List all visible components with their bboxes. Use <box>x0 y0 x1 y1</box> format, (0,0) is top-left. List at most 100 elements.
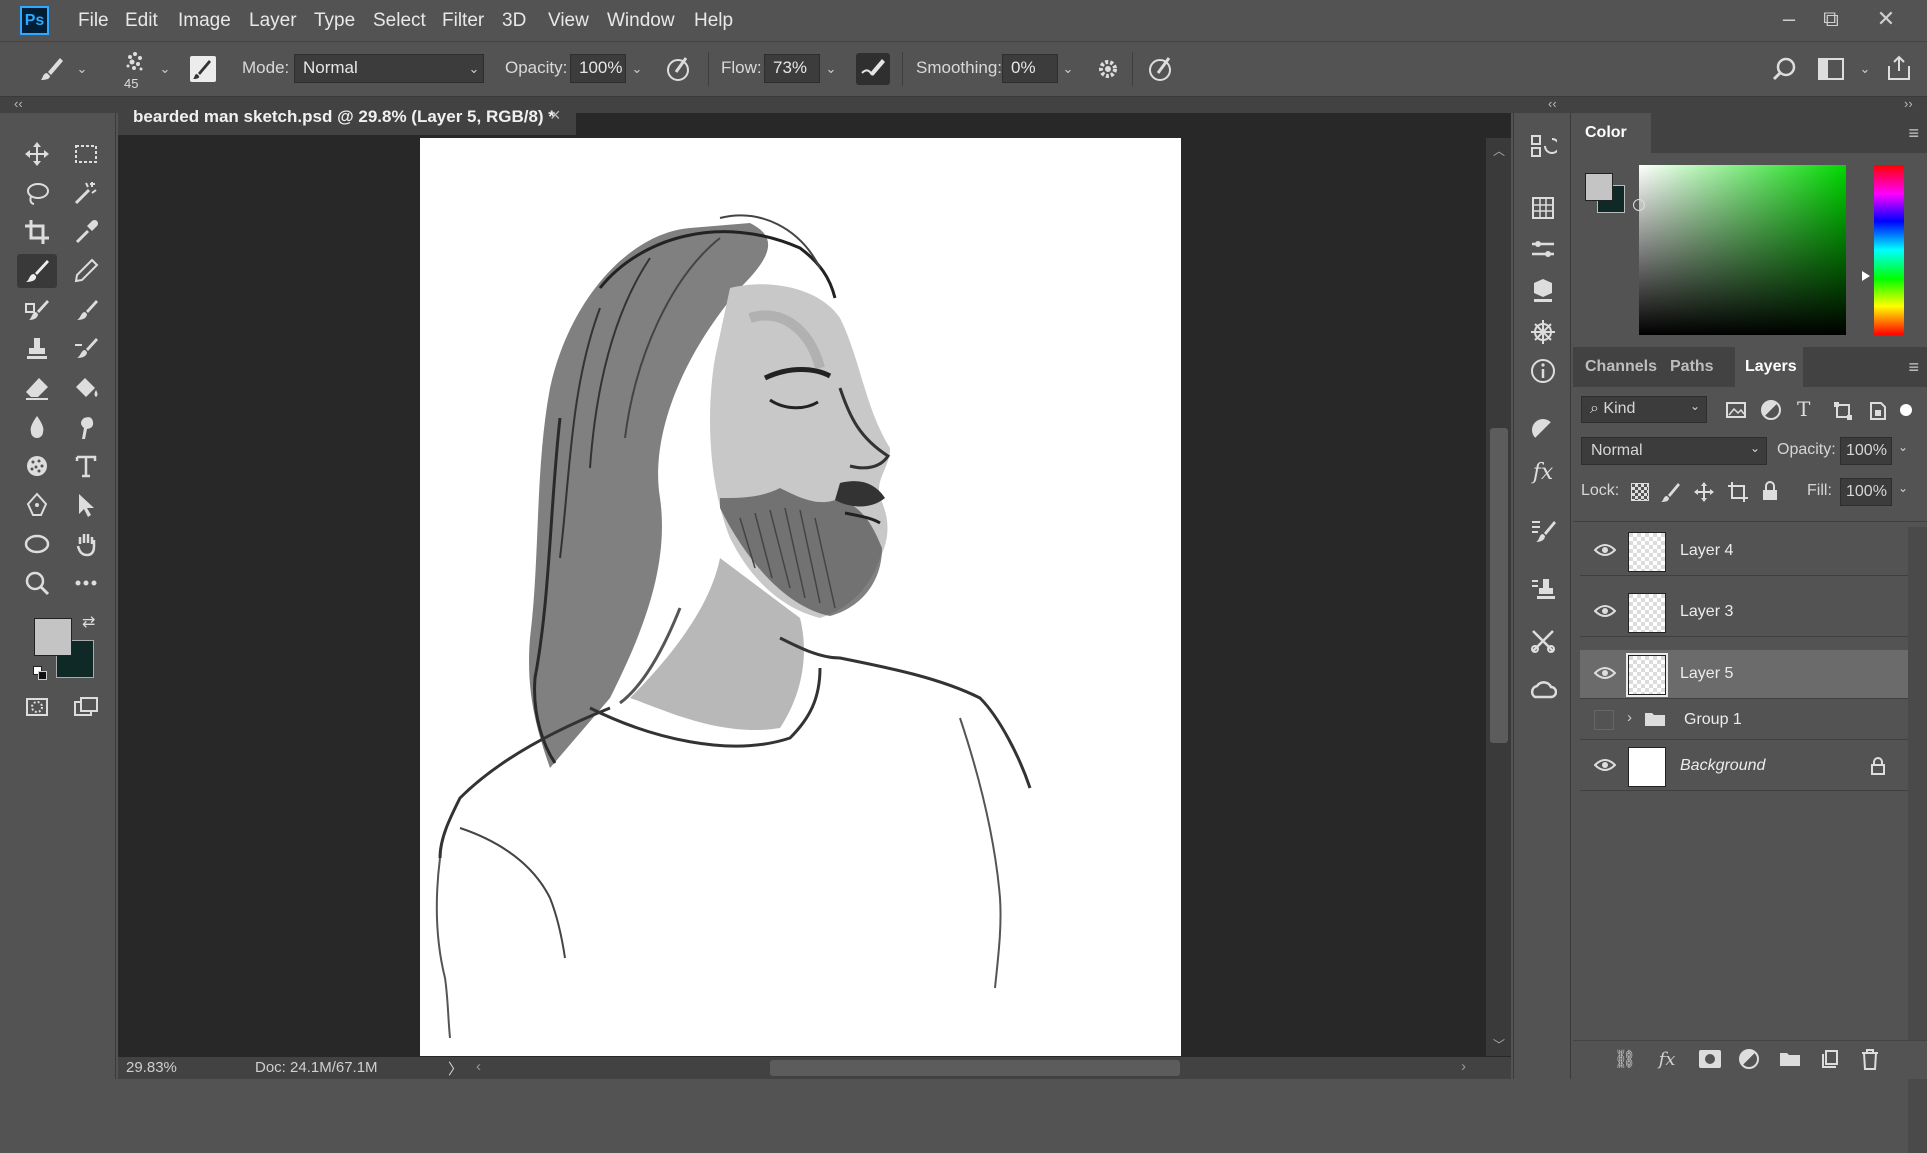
workspace-dropdown[interactable]: ⌄ <box>1855 54 1875 83</box>
menu-3d[interactable]: 3D <box>502 10 526 32</box>
menu-layer[interactable]: Layer <box>249 10 297 32</box>
history-brush-tool-icon[interactable] <box>66 293 106 327</box>
creative-cloud-icon[interactable] <box>1528 676 1558 706</box>
tab-paths[interactable]: Paths <box>1670 358 1714 376</box>
lasso-tool-icon[interactable] <box>17 176 57 210</box>
brush-preset-icon[interactable] <box>32 52 72 86</box>
tab-channels[interactable]: Channels <box>1585 358 1657 376</box>
filter-toggle-icon[interactable] <box>1900 404 1912 416</box>
ellipse-tool-icon[interactable] <box>17 527 57 561</box>
pressure-opacity-icon[interactable] <box>664 54 694 84</box>
search-icon[interactable] <box>1772 56 1798 82</box>
opacity-input[interactable]: 100% <box>570 54 626 83</box>
flow-dropdown[interactable]: ⌄ <box>821 54 841 83</box>
collapse-left-icon[interactable]: ‹‹ <box>14 96 23 111</box>
share-icon[interactable] <box>1886 54 1912 82</box>
color-picker-field[interactable] <box>1639 165 1846 335</box>
crop-tool-icon[interactable] <box>17 215 57 249</box>
clone-brush-tool-icon[interactable] <box>17 293 57 327</box>
canvas[interactable] <box>420 138 1181 1056</box>
hue-slider-pointer[interactable] <box>1862 271 1870 281</box>
smudge-tool-icon[interactable] <box>66 410 106 444</box>
pencil-tool-icon[interactable] <box>66 254 106 288</box>
link-layers-icon[interactable]: ⛓ <box>1613 1049 1637 1073</box>
scroll-up-icon[interactable]: ︿ <box>1493 142 1505 159</box>
airbrush-icon[interactable] <box>856 53 890 85</box>
visibility-eye-icon[interactable] <box>1593 603 1617 619</box>
menu-image[interactable]: Image <box>178 10 231 32</box>
brush-settings-panel-icon[interactable] <box>1528 516 1558 546</box>
paint-bucket-tool-icon[interactable] <box>66 371 106 405</box>
history-panel-icon[interactable] <box>1528 131 1558 161</box>
chevron-right-icon[interactable]: › <box>1627 709 1632 726</box>
menu-edit[interactable]: Edit <box>125 10 158 32</box>
menu-window[interactable]: Window <box>607 10 675 32</box>
visibility-eye-icon[interactable] <box>1593 542 1617 558</box>
scroll-right-icon[interactable]: › <box>1461 1058 1466 1075</box>
layer-row-background[interactable]: Background <box>1580 742 1908 791</box>
scroll-down-icon[interactable]: ﹀ <box>1493 1036 1505 1053</box>
close-document-icon[interactable]: × <box>550 105 561 126</box>
info-panel-icon[interactable] <box>1528 356 1558 386</box>
filter-type-layers-icon[interactable]: T <box>1797 397 1810 421</box>
layer-name[interactable]: Background <box>1680 757 1765 775</box>
layer-row-group-1[interactable]: › Group 1 <box>1580 700 1908 740</box>
hand-tool-icon[interactable] <box>66 527 106 561</box>
menu-help[interactable]: Help <box>694 10 733 32</box>
filter-smart-objects-icon[interactable] <box>1869 401 1887 421</box>
brush-settings-icon[interactable] <box>190 56 216 82</box>
layer-row-layer-4[interactable]: Layer 4 <box>1580 527 1908 576</box>
visibility-eye-icon[interactable] <box>1593 665 1617 681</box>
layer-opacity-dropdown[interactable]: ⌄ <box>1898 440 1908 454</box>
fill-input[interactable]: 100% <box>1840 478 1892 506</box>
properties-panel-icon[interactable] <box>1528 235 1558 265</box>
color-panel-tab[interactable]: Color <box>1585 124 1627 142</box>
menu-view[interactable]: View <box>548 10 589 32</box>
mode-select[interactable]: Normal <box>294 54 484 83</box>
layer-thumbnail[interactable] <box>1628 532 1666 572</box>
menu-file[interactable]: File <box>78 10 109 32</box>
pressure-size-icon[interactable] <box>1146 54 1176 84</box>
navigator-panel-icon[interactable] <box>1528 317 1558 347</box>
lock-all-icon[interactable] <box>1761 480 1779 502</box>
stamp-tool-icon[interactable] <box>17 332 57 366</box>
layer-thumbnail[interactable] <box>1628 747 1666 787</box>
smoothing-input[interactable]: 0% <box>1002 54 1058 83</box>
close-window-button[interactable]: ✕ <box>1869 4 1903 34</box>
horizontal-scroll-thumb[interactable] <box>770 1060 1180 1076</box>
lock-transparency-icon[interactable] <box>1631 483 1649 501</box>
flow-input[interactable]: 73% <box>764 54 820 83</box>
filter-shape-layers-icon[interactable] <box>1833 401 1853 421</box>
layer-thumbnail[interactable] <box>1628 593 1666 633</box>
pen-tool-icon[interactable] <box>17 488 57 522</box>
tab-layers[interactable]: Layers <box>1745 358 1797 376</box>
eraser-tool-icon[interactable] <box>17 371 57 405</box>
workspace-icon[interactable] <box>1818 58 1844 80</box>
zoom-tool-icon[interactable] <box>17 566 57 600</box>
lock-position-icon[interactable] <box>1693 481 1715 503</box>
layer-name[interactable]: Layer 3 <box>1680 603 1733 621</box>
status-menu-icon[interactable]: 〉 <box>448 1058 463 1079</box>
layer-thumbnail[interactable] <box>1626 653 1668 697</box>
healing-brush-tool-icon[interactable] <box>66 332 106 366</box>
smoothing-settings-gear-icon[interactable] <box>1094 55 1122 83</box>
marquee-tool-icon[interactable] <box>66 137 106 171</box>
color-picker-cursor[interactable] <box>1633 199 1645 211</box>
fill-dropdown[interactable]: ⌄ <box>1898 481 1908 495</box>
smoothing-dropdown[interactable]: ⌄ <box>1058 54 1078 83</box>
layer-style-fx-icon[interactable]: fx <box>1655 1049 1679 1073</box>
screen-mode-icon[interactable] <box>66 690 106 724</box>
layer-blend-mode-select[interactable]: Normal ⌄ <box>1581 437 1767 465</box>
quick-mask-icon[interactable] <box>17 690 57 724</box>
mode-dropdown-icon[interactable]: ⌄ <box>464 54 484 83</box>
restore-button[interactable]: ⧉ <box>1814 4 1848 34</box>
zoom-level[interactable]: 29.83% <box>126 1059 177 1076</box>
lock-pixels-brush-icon[interactable] <box>1659 481 1681 503</box>
scroll-left-icon[interactable]: ‹ <box>476 1058 481 1075</box>
brush-size-dropdown[interactable]: ⌄ <box>155 54 175 83</box>
filter-adjustment-layers-icon[interactable] <box>1761 400 1781 420</box>
layer-filter-select[interactable]: ⌕ Kind ⌄ <box>1581 396 1707 423</box>
clone-source-panel-icon[interactable] <box>1528 575 1558 605</box>
type-tool-icon[interactable] <box>66 449 106 483</box>
brush-tip-icon[interactable] <box>120 48 150 78</box>
